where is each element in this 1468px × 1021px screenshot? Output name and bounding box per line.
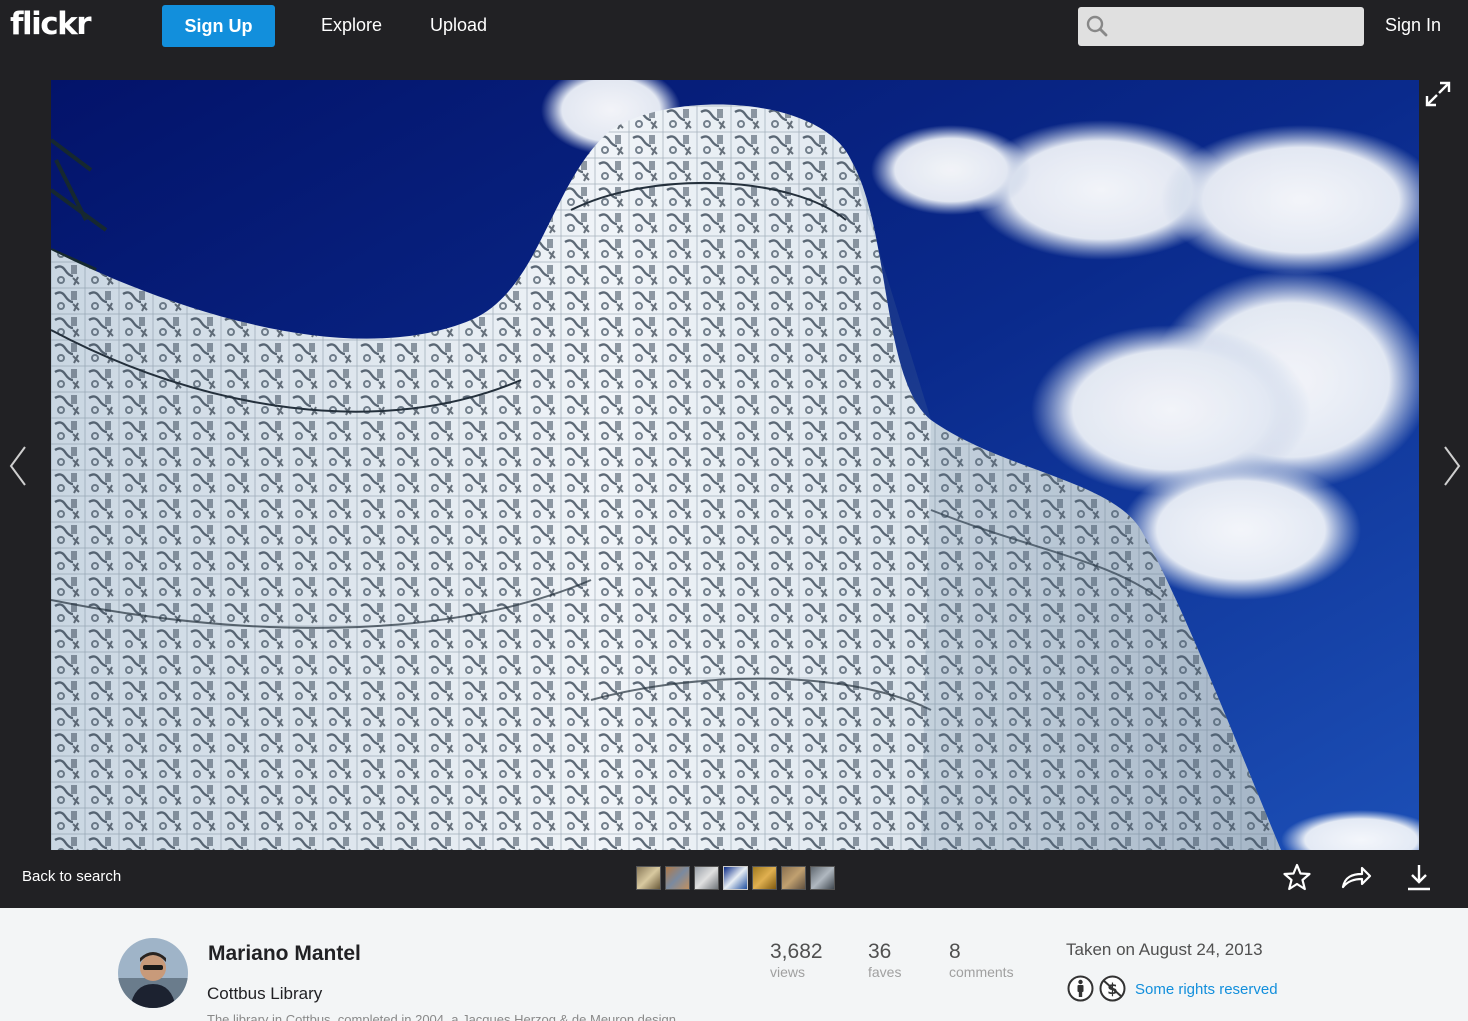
- flickr-logo[interactable]: flickr: [10, 6, 92, 42]
- thumbnail[interactable]: [752, 866, 777, 890]
- comments-stat: 8 comments: [949, 940, 1014, 980]
- views-stat: 3,682 views: [770, 940, 823, 980]
- photostream-thumbnails: [636, 866, 835, 890]
- previous-arrow-icon[interactable]: [8, 445, 28, 487]
- explore-link[interactable]: Explore: [321, 15, 382, 36]
- attribution-icon[interactable]: [1067, 975, 1094, 1002]
- thumbnail[interactable]: [810, 866, 835, 890]
- search-box[interactable]: [1078, 7, 1364, 46]
- photo-title: Cottbus Library: [207, 984, 323, 1003]
- photo-description: The library in Cottbus, completed in 200…: [207, 1012, 676, 1021]
- search-icon: [1086, 15, 1108, 37]
- main-photo[interactable]: [51, 80, 1419, 850]
- star-icon[interactable]: [1282, 862, 1312, 892]
- download-icon[interactable]: [1404, 862, 1434, 892]
- author-name[interactable]: Mariano Mantel: [208, 942, 361, 966]
- thumbnail[interactable]: [636, 866, 661, 890]
- taken-date: Taken on August 24, 2013: [1066, 940, 1263, 959]
- thumbnail[interactable]: [781, 866, 806, 890]
- faves-count: 36: [868, 940, 892, 963]
- thumbnail[interactable]: [723, 866, 748, 890]
- next-arrow-icon[interactable]: [1442, 445, 1462, 487]
- fullscreen-icon[interactable]: [1424, 80, 1452, 108]
- share-icon[interactable]: [1340, 862, 1372, 892]
- search-input[interactable]: [1118, 11, 1354, 41]
- license-link[interactable]: Some rights reserved: [1135, 981, 1278, 998]
- thumbnail[interactable]: [665, 866, 690, 890]
- noncommercial-icon[interactable]: $: [1099, 975, 1126, 1002]
- photo-info-panel: Mariano Mantel Cottbus Library The libra…: [0, 908, 1468, 1021]
- upload-link[interactable]: Upload: [430, 15, 487, 36]
- avatar[interactable]: [118, 938, 188, 1008]
- back-to-search-link[interactable]: Back to search: [22, 868, 121, 885]
- faves-label: faves: [868, 964, 902, 980]
- views-label: views: [770, 964, 806, 980]
- sign-in-link[interactable]: Sign In: [1385, 15, 1441, 36]
- comments-label: comments: [949, 964, 1014, 980]
- comments-count: 8: [949, 940, 961, 963]
- sign-up-button[interactable]: Sign Up: [162, 5, 275, 47]
- views-count: 3,682: [770, 940, 823, 963]
- faves-stat: 36 faves: [868, 940, 901, 980]
- top-nav: flickr Sign Up Explore Upload Sign In: [0, 0, 1468, 54]
- thumbnail[interactable]: [694, 866, 719, 890]
